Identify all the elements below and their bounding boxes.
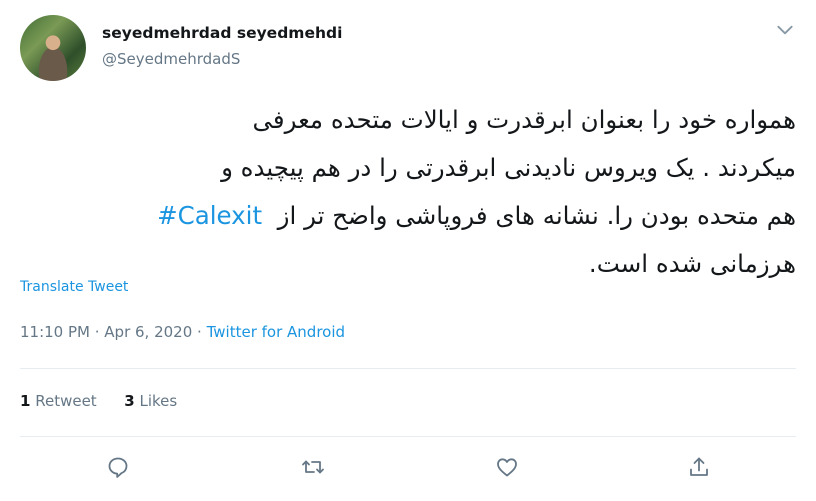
divider xyxy=(20,436,796,437)
retweets-stat[interactable]: 1 Retweet xyxy=(20,392,97,410)
likes-stat[interactable]: 3 Likes xyxy=(124,392,177,410)
tweet-date[interactable]: Apr 6, 2020 xyxy=(104,323,192,341)
tweet-time[interactable]: 11:10 PM xyxy=(20,323,90,341)
tweet-line: هم متحده بودن را. نشانه های فروپاشی واضح… xyxy=(277,201,796,230)
likes-label: Likes xyxy=(139,392,178,410)
chevron-down-icon[interactable] xyxy=(775,20,795,40)
retweet-icon[interactable] xyxy=(299,453,327,481)
tweet-text: همواره خود را بعنوان ابرقدرت و ایالات مت… xyxy=(20,96,796,288)
divider xyxy=(20,368,796,369)
meta-separator: · xyxy=(192,323,207,341)
tweet-line: همواره خود را بعنوان ابرقدرت و ایالات مت… xyxy=(252,105,796,134)
reply-icon[interactable] xyxy=(104,453,132,481)
tweet-line: هرزمانی شده است. xyxy=(588,249,796,278)
tweet-line: میکردند . یک ویروس نادیدنی ابرقدرتی را د… xyxy=(221,153,796,182)
user-name[interactable]: seyedmehrdad seyedmehdi xyxy=(102,24,342,42)
tweet-source-link[interactable]: Twitter for Android xyxy=(207,323,345,341)
tweet-meta: 11:10 PM · Apr 6, 2020 · Twitter for And… xyxy=(20,323,345,341)
tweet-stats: 1 Retweet 3 Likes xyxy=(20,392,177,410)
user-handle[interactable]: @SeyedmehrdadS xyxy=(102,50,240,68)
heart-icon[interactable] xyxy=(493,453,521,481)
avatar[interactable] xyxy=(20,15,86,81)
meta-separator: · xyxy=(89,323,105,341)
retweets-label: Retweet xyxy=(35,392,97,410)
translate-tweet-link[interactable]: Translate Tweet xyxy=(20,279,128,295)
retweets-count: 1 xyxy=(20,392,31,410)
likes-count: 3 xyxy=(124,392,135,410)
hashtag-link[interactable]: #Calexit xyxy=(157,201,262,230)
tweet-line-with-hashtag: هم متحده بودن را. نشانه های فروپاشی واضح… xyxy=(20,192,796,240)
share-icon[interactable] xyxy=(685,453,713,481)
